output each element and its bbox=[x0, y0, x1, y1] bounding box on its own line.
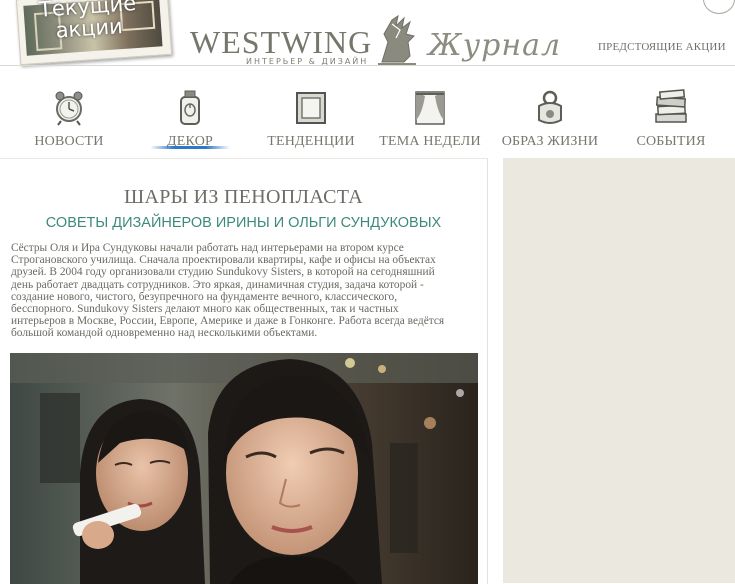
site-header: Текущие акции WESTWING ИНТЕРЬЕР & ДИЗАЙН… bbox=[0, 0, 735, 70]
picture-frame-icon bbox=[296, 92, 326, 124]
nav-item-events[interactable]: СОБЫТИЯ bbox=[611, 84, 731, 156]
nav-item-trends[interactable]: ТЕНДЕНЦИИ bbox=[251, 84, 371, 156]
article-photo bbox=[10, 353, 478, 584]
nav-label-events: СОБЫТИЯ bbox=[636, 134, 706, 149]
article-panel: ШАРЫ ИЗ ПЕНОПЛАСТА СОВЕТЫ ДИЗАЙНЕРОВ ИРИ… bbox=[0, 158, 488, 584]
logo-journal-script: Журнал bbox=[428, 28, 562, 63]
nav-label-lifestyle: ОБРАЗ ЖИЗНИ bbox=[501, 134, 599, 149]
alarm-clock-icon bbox=[55, 91, 83, 126]
books-stack-icon bbox=[655, 89, 687, 123]
nav-label-trends: ТЕНДЕНЦИИ bbox=[267, 134, 355, 149]
ring-bag-icon bbox=[538, 90, 562, 124]
nav-label-news: НОВОСТИ bbox=[34, 134, 104, 149]
nav-item-theme-of-week[interactable]: ТЕМА НЕДЕЛИ bbox=[370, 84, 490, 156]
winged-horse-icon bbox=[378, 14, 416, 65]
nav-item-news[interactable]: НОВОСТИ bbox=[9, 84, 129, 156]
main-nav: НОВОСТИ ДЕКОР ТЕНДЕНЦИИ ТЕМА НЕДЕЛИ ОБРА… bbox=[0, 84, 735, 156]
body-line: интерьеров в Москве, России, Европе, Аме… bbox=[11, 315, 445, 328]
candle-jar-icon bbox=[180, 90, 200, 125]
body-line: день работает двадцать сотрудников. Это … bbox=[11, 278, 424, 291]
body-line: бесспорного. Sundukovy Sisters делают мн… bbox=[11, 303, 399, 316]
body-line: большой командой одновременно над нескол… bbox=[11, 327, 318, 340]
header-round-button[interactable] bbox=[703, 0, 735, 14]
active-nav-underline bbox=[150, 146, 230, 149]
header-divider bbox=[0, 65, 735, 66]
nav-item-lifestyle[interactable]: ОБРАЗ ЖИЗНИ bbox=[490, 84, 610, 156]
current-promotions-card[interactable]: Текущие акции bbox=[15, 0, 173, 66]
westwing-journal-logo[interactable]: WESTWING ИНТЕРЬЕР & ДИЗАЙН Журнал bbox=[190, 10, 570, 66]
curtain-stage-icon bbox=[415, 91, 445, 125]
logo-wordmark: WESTWING bbox=[190, 24, 373, 60]
article-body: Сёстры Оля и Ира Сундуковы начали работа… bbox=[11, 242, 477, 340]
body-line: Строгановского училища. Сначала проектир… bbox=[11, 254, 436, 267]
article-subtitle: СОВЕТЫ ДИЗАЙНЕРОВ ИРИНЫ И ОЛЬГИ СУНДУКОВ… bbox=[45, 215, 442, 231]
right-sidebar bbox=[503, 158, 735, 583]
body-line: друзей. В 2004 году организовали студию … bbox=[11, 266, 435, 279]
upcoming-promotions-link[interactable]: ПРЕДСТОЯЩИЕ АКЦИИ bbox=[598, 41, 726, 53]
nav-label-theme-of-week: ТЕМА НЕДЕЛИ bbox=[379, 134, 481, 149]
article-title: ШАРЫ ИЗ ПЕНОПЛАСТА bbox=[123, 186, 364, 208]
body-line: Сёстры Оля и Ира Сундуковы начали работа… bbox=[11, 242, 404, 254]
body-line: создание нового, чистого, безупречного н… bbox=[11, 290, 398, 303]
